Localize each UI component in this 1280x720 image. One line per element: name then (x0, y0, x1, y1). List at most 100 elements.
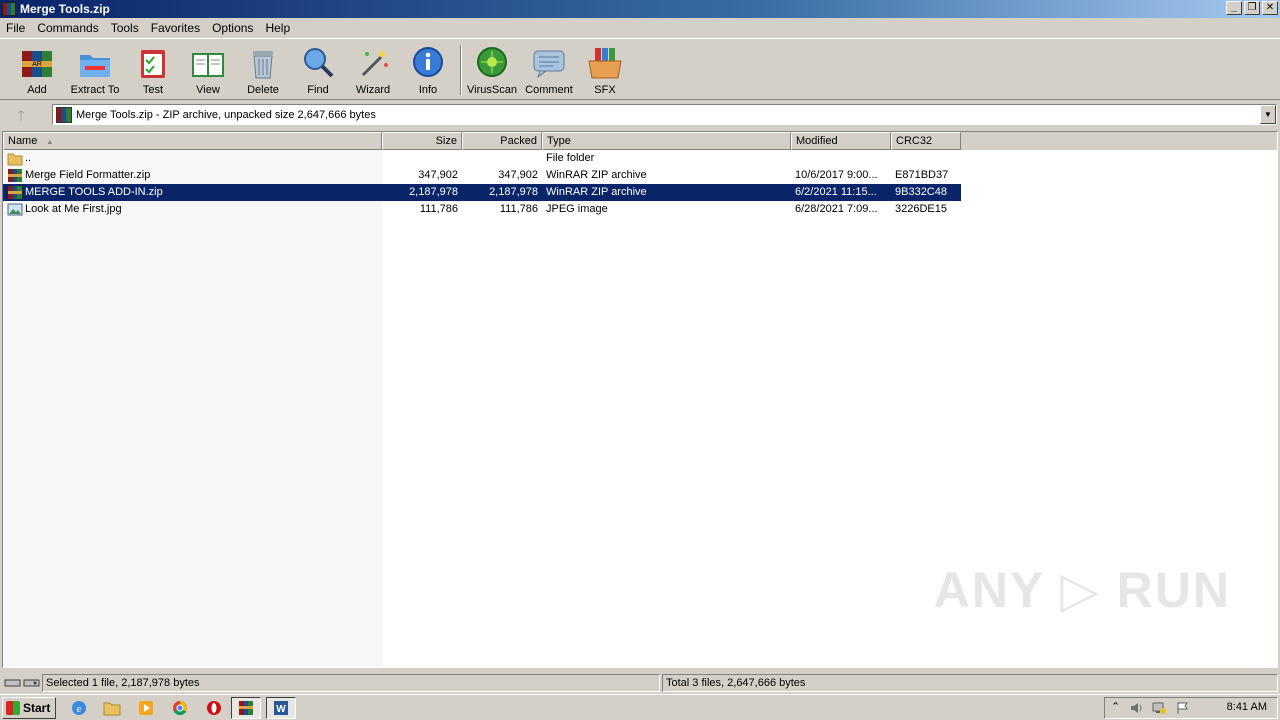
windows-logo-icon (6, 701, 20, 715)
file-name: MERGE TOOLS ADD-IN.zip (25, 186, 163, 198)
column-crc32[interactable]: CRC32 (891, 132, 961, 150)
column-name[interactable]: Name ▲ (3, 132, 382, 150)
show-hidden-icons-icon[interactable]: ⌃ (1111, 700, 1120, 713)
comment-label: Comment (525, 84, 573, 96)
file-type: WinRAR ZIP archive (546, 169, 647, 181)
column-name-label: Name (8, 135, 38, 147)
view-button[interactable]: View (180, 45, 236, 99)
column-header: Name ▲ Size Packed Type Modified CRC32 (3, 132, 1277, 150)
ie-taskbar-button[interactable]: e (64, 697, 94, 719)
sfx-label: SFX (594, 84, 616, 96)
add-archive-icon: AR (19, 45, 55, 81)
menu-help[interactable]: Help (259, 18, 296, 38)
file-row[interactable]: Merge Field Formatter.zip 347,902 347,90… (3, 167, 1277, 184)
opera-icon (207, 701, 221, 715)
svg-text:AR: AR (32, 61, 42, 68)
file-row[interactable]: .. File folder (3, 150, 1277, 167)
file-modified: 10/6/2017 9:00... (795, 169, 878, 181)
file-crc (891, 150, 961, 167)
file-packed (462, 150, 542, 167)
column-type[interactable]: Type (542, 132, 791, 150)
extract-to-button[interactable]: Extract To (67, 45, 123, 99)
add-label: Add (27, 84, 47, 96)
media-player-taskbar-button[interactable] (131, 697, 161, 719)
media-player-icon (139, 701, 153, 715)
comment-button[interactable]: Comment (521, 45, 577, 99)
file-packed: 111,786 (499, 203, 538, 215)
comment-icon (531, 45, 567, 81)
file-type: JPEG image (546, 203, 608, 215)
file-crc: 3226DE15 (895, 203, 947, 215)
system-tray: ⌃ 8:41 AM (1104, 697, 1278, 719)
menu-favorites[interactable]: Favorites (145, 18, 206, 38)
drive-status-icon (4, 679, 40, 687)
file-list[interactable]: Name ▲ Size Packed Type Modified CRC32 .… (2, 131, 1278, 668)
file-name: Look at Me First.jpg (25, 203, 122, 215)
word-taskbar-button[interactable]: W (266, 697, 296, 719)
find-button[interactable]: Find (290, 45, 346, 99)
delete-button[interactable]: Delete (235, 45, 291, 99)
file-size (382, 150, 462, 167)
address-path: Merge Tools.zip - ZIP archive, unpacked … (76, 108, 376, 121)
anyrun-watermark: ANY ▷ RUN (933, 562, 1231, 618)
clock[interactable]: 8:41 AM (1227, 701, 1267, 713)
view-book-icon (190, 45, 226, 81)
winrar-app-icon (2, 2, 16, 16)
extract-to-label: Extract To (70, 84, 120, 96)
file-size: 2,187,978 (382, 184, 462, 201)
network-icon[interactable] (1151, 701, 1167, 715)
wizard-button[interactable]: Wizard (345, 45, 401, 99)
file-packed: 347,902 (498, 169, 538, 181)
menu-tools[interactable]: Tools (105, 18, 145, 38)
close-button[interactable]: ✕ (1262, 1, 1278, 15)
info-button[interactable]: Info (400, 45, 456, 99)
svg-text:W: W (276, 704, 286, 715)
column-packed[interactable]: Packed (462, 132, 542, 150)
winrar-icon (239, 701, 253, 715)
start-button[interactable]: Start (2, 697, 56, 719)
view-label: View (196, 84, 220, 96)
sort-ascending-icon: ▲ (46, 139, 54, 146)
menu-commands[interactable]: Commands (31, 18, 104, 38)
action-center-flag-icon[interactable] (1175, 701, 1191, 715)
file-row-selected[interactable]: MERGE TOOLS ADD-IN.zip 2,187,978 2,187,9… (3, 184, 1277, 201)
virus-scan-icon (474, 45, 510, 81)
explorer-taskbar-button[interactable] (97, 697, 127, 719)
file-row[interactable]: Look at Me First.jpg 111,786 111,786 JPE… (3, 201, 1277, 218)
address-dropdown-button[interactable]: ▼ (1260, 105, 1276, 124)
file-size: 111,786 (419, 203, 458, 215)
volume-icon[interactable] (1129, 701, 1145, 715)
file-modified: 6/28/2021 7:09... (795, 203, 878, 215)
file-modified: 6/2/2021 11:15... (791, 184, 891, 201)
status-bar: Selected 1 file, 2,187,978 bytes Total 3… (0, 673, 1280, 693)
opera-taskbar-button[interactable] (199, 697, 229, 719)
column-modified[interactable]: Modified (791, 132, 891, 150)
address-field[interactable]: Merge Tools.zip - ZIP archive, unpacked … (52, 104, 1277, 125)
virusscan-button[interactable]: VirusScan (464, 45, 520, 99)
test-button[interactable]: Test (125, 45, 181, 99)
column-size[interactable]: Size (382, 132, 462, 150)
menu-bar: File Commands Tools Favorites Options He… (0, 18, 1280, 38)
zip-archive-icon (8, 186, 22, 199)
archive-path-icon (56, 106, 72, 123)
file-crc: 9B332C48 (891, 184, 961, 201)
test-clipboard-icon (135, 45, 171, 81)
extract-folder-icon (77, 45, 113, 81)
file-modified (791, 150, 891, 167)
file-rows: .. File folder Merge Field Formatter.zip… (3, 150, 1277, 218)
image-file-icon (7, 203, 23, 216)
file-type: File folder (546, 152, 595, 164)
title-bar: Merge Tools.zip _ ❐ ✕ (0, 0, 1280, 18)
menu-options[interactable]: Options (206, 18, 259, 38)
minimize-button[interactable]: _ (1226, 1, 1242, 15)
toolbar-separator (460, 45, 462, 95)
file-size: 347,902 (418, 169, 458, 181)
restore-button[interactable]: ❐ (1244, 1, 1260, 15)
chrome-taskbar-button[interactable] (165, 697, 195, 719)
winrar-taskbar-button[interactable] (231, 697, 261, 719)
add-button[interactable]: AR Add (9, 45, 65, 99)
magnifier-icon (300, 45, 336, 81)
sfx-button[interactable]: SFX (577, 45, 633, 99)
up-one-level-button[interactable]: 🡑 (10, 105, 32, 123)
menu-file[interactable]: File (0, 18, 31, 38)
